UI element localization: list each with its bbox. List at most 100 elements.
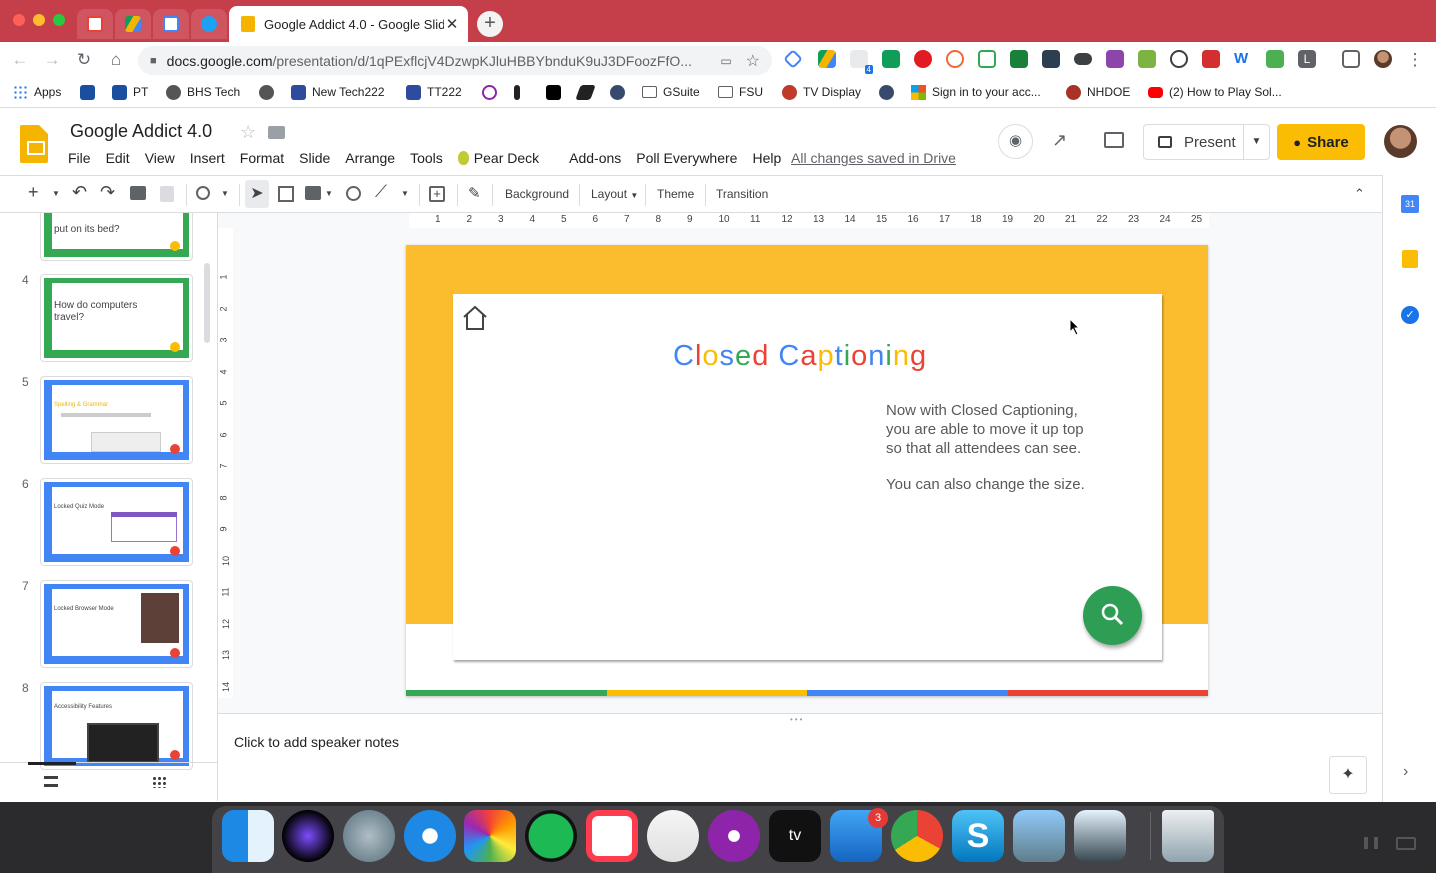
apple-tv-icon[interactable]: tv (769, 810, 821, 862)
search-fab-button[interactable] (1083, 586, 1142, 645)
menu-help[interactable]: Help (752, 150, 781, 166)
classroom-extension-icon[interactable] (978, 50, 996, 68)
menu-pear-deck[interactable]: Pear Deck (457, 150, 554, 166)
launchpad-icon[interactable] (343, 810, 395, 862)
tab-calendar[interactable] (153, 9, 189, 39)
menu-add-ons[interactable]: Add-ons (569, 150, 621, 166)
bookmark-sign-in[interactable]: Sign in to your acc... (911, 83, 1041, 101)
forward-icon[interactable]: → (40, 48, 64, 72)
pause-icon[interactable] (1364, 837, 1378, 849)
bag-extension-icon[interactable] (1138, 50, 1156, 68)
slide-thumbnail-8[interactable]: Accessibility Features (40, 682, 193, 770)
save-status[interactable]: All changes saved in Drive (791, 150, 956, 166)
tab-close-icon[interactable]: ✕ (444, 15, 460, 33)
address-bar[interactable]: ■ docs.google.com/presentation/d/1qPExfl… (138, 46, 772, 75)
new-slide-dropdown-icon[interactable]: ▼ (52, 189, 60, 209)
screencastify-icon[interactable] (1042, 50, 1060, 68)
music-icon[interactable] (647, 810, 699, 862)
activity-trend-icon[interactable]: ↗ (1052, 130, 1067, 151)
slide[interactable]: Closed Captioning Now with Closed Captio… (406, 245, 1208, 696)
chrome-icon[interactable] (891, 810, 943, 862)
close-window-button[interactable] (13, 14, 25, 26)
bookmark-star-icon[interactable]: ☆ (746, 51, 760, 71)
slide-thumbnail-7[interactable]: Locked Browser Mode (40, 580, 193, 668)
vertical-ruler[interactable]: 1 2 3 4 5 6 7 8 9 10 11 12 13 14 (218, 228, 233, 698)
print-icon[interactable] (130, 186, 146, 200)
minimize-window-button[interactable] (33, 14, 45, 26)
spotify-icon[interactable] (525, 810, 577, 862)
w-extension-icon[interactable]: W (1234, 50, 1252, 68)
bookmark-bhs-tech[interactable]: BHS Tech (166, 83, 240, 101)
transition-button[interactable]: Transition (716, 187, 768, 201)
redo-icon[interactable]: ↷ (100, 182, 115, 202)
notes-resize-handle[interactable]: ••• (790, 715, 804, 724)
bookmark-figure[interactable] (514, 83, 526, 101)
slide-thumbnail-5[interactable]: Spelling & Grammar (40, 376, 193, 464)
cast-tab-icon[interactable]: ▭ (720, 54, 731, 68)
filmstrip-scrollbar[interactable] (204, 263, 210, 343)
new-tab-button[interactable]: + (477, 11, 503, 37)
slide-title[interactable]: Closed Captioning (673, 340, 927, 373)
explore-icon[interactable]: ✦ (1329, 756, 1367, 794)
opera-extension-icon[interactable] (914, 50, 932, 68)
screen-extension-icon[interactable] (1010, 50, 1028, 68)
bookmark-pt[interactable]: PT (112, 83, 148, 101)
grid-view-icon[interactable] (152, 776, 166, 788)
slides-logo-icon[interactable] (20, 125, 48, 163)
profile-avatar[interactable] (1374, 50, 1392, 68)
bookmark-globe-2[interactable] (879, 83, 900, 101)
menu-file[interactable]: File (68, 150, 91, 166)
move-to-folder-icon[interactable] (268, 126, 285, 139)
sheets-extension-icon[interactable] (882, 50, 900, 68)
print-extension-icon[interactable] (1266, 50, 1284, 68)
home-icon[interactable] (461, 304, 489, 332)
layout-button[interactable]: Layout ▼ (591, 187, 638, 201)
menu-poll-everywhere[interactable]: Poll Everywhere (636, 150, 737, 166)
bookmark-apps[interactable]: Apps (13, 83, 61, 101)
bookmark-tv-display[interactable]: TV Display (782, 83, 861, 101)
present-dropdown-icon[interactable]: ▼ (1243, 125, 1269, 159)
tasks-icon[interactable]: ✓ (1401, 306, 1419, 324)
bookmark-gsuite[interactable]: GSuite (642, 83, 700, 101)
bookmark-tt222[interactable]: TT222 (406, 83, 462, 101)
screen-icon[interactable] (1396, 837, 1416, 850)
star-icon[interactable]: ☆ (240, 122, 256, 143)
menu-arrange[interactable]: Arrange (345, 150, 395, 166)
swirl-extension-icon[interactable] (946, 50, 964, 68)
zoom-icon[interactable] (196, 186, 210, 200)
menu-insert[interactable]: Insert (190, 150, 225, 166)
tab-twitter[interactable] (191, 9, 227, 39)
bookmark-p-icon[interactable] (80, 83, 101, 101)
back-icon[interactable]: ← (8, 48, 32, 72)
menu-slide[interactable]: Slide (299, 150, 330, 166)
menu-view[interactable]: View (145, 150, 175, 166)
zoom-window-button[interactable] (53, 14, 65, 26)
puzzle-extension-icon[interactable]: 4 (850, 50, 873, 74)
activity-monitor-icon[interactable] (1074, 810, 1126, 862)
line-icon[interactable]: ⟋ (375, 182, 387, 202)
shape-icon[interactable] (346, 186, 361, 201)
comments-icon[interactable] (1104, 132, 1124, 148)
photos-icon[interactable] (464, 810, 516, 862)
home-icon[interactable]: ⌂ (104, 48, 128, 72)
bookmark-youtube[interactable]: (2) How to Play Sol... (1148, 83, 1282, 101)
slide-thumbnail-4[interactable]: How do computers travel? (40, 274, 193, 362)
safari-icon[interactable] (404, 810, 456, 862)
text-box-icon[interactable] (278, 186, 294, 202)
background-button[interactable]: Background (505, 187, 569, 201)
siri-icon[interactable] (282, 810, 334, 862)
tab-gmail[interactable] (77, 9, 113, 39)
stack-extension-icon[interactable] (1202, 50, 1220, 68)
select-cursor-icon[interactable]: ➤ (245, 180, 269, 208)
pen-icon[interactable]: ✎ (468, 184, 481, 204)
menu-format[interactable]: Format (240, 150, 284, 166)
share-button[interactable]: ● Share (1277, 124, 1365, 160)
theme-button[interactable]: Theme (657, 187, 694, 201)
presenter-chat-icon[interactable]: ◉ (998, 124, 1033, 159)
calendar-icon[interactable]: 31 (1401, 195, 1419, 213)
app-store-icon[interactable]: 3 (830, 808, 888, 862)
bookmark-swirl[interactable] (482, 83, 503, 101)
tab-google-slides[interactable]: Google Addict 4.0 - Google Slide ✕ (229, 6, 468, 42)
lens-extension-icon[interactable] (1170, 50, 1188, 68)
menu-tools[interactable]: Tools (410, 150, 443, 166)
